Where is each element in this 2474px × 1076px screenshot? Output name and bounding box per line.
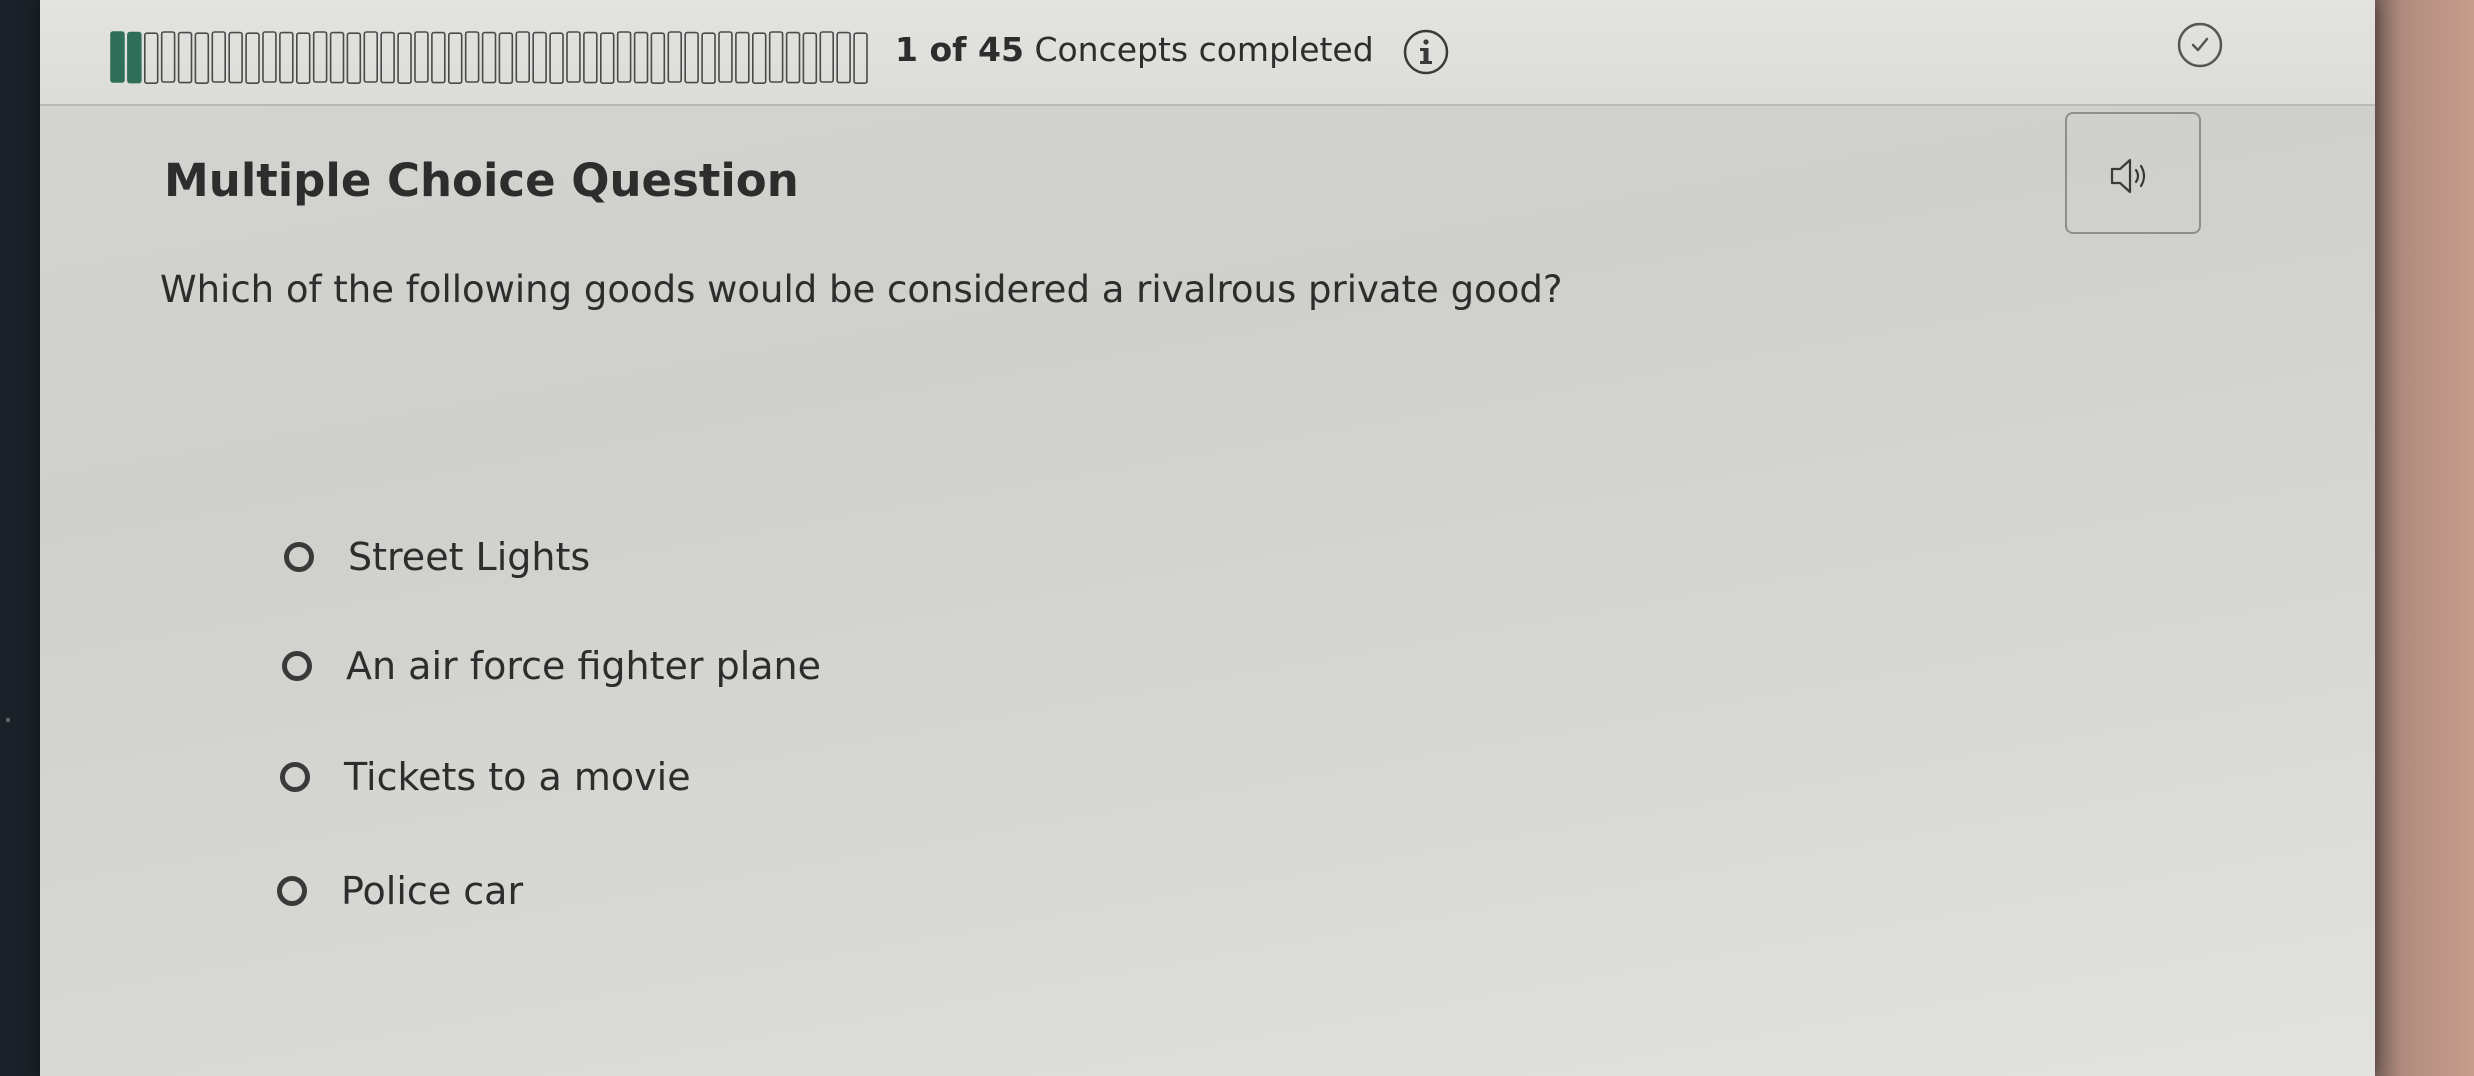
- progress-segment: [312, 31, 328, 83]
- radio-button[interactable]: [282, 651, 312, 681]
- progress-segment: [481, 31, 497, 84]
- progress-segment: [751, 32, 767, 84]
- answer-option-label: Police car: [341, 869, 524, 913]
- progress-segment: [633, 31, 649, 84]
- progress-segment: [245, 32, 260, 84]
- progress-segment: [380, 31, 395, 84]
- answer-option[interactable]: An air force fighter plane: [282, 641, 821, 691]
- progress-segment: [549, 32, 564, 84]
- progress-segment: [296, 32, 311, 84]
- progress-segment: [228, 31, 243, 84]
- total-count: 45: [978, 30, 1024, 69]
- progress-segment: [836, 31, 851, 84]
- progress-segment: [211, 31, 227, 83]
- progress-segment: [616, 31, 632, 83]
- progress-segment: [397, 32, 412, 84]
- progress-segment: [532, 31, 547, 84]
- progress-segment: [262, 31, 277, 83]
- progress-segment: [667, 31, 682, 83]
- question-prompt: Which of the following goods would be co…: [160, 268, 1563, 311]
- progress-segment: [515, 31, 530, 83]
- progress-segment: [684, 31, 699, 84]
- answer-option[interactable]: Tickets to a movie: [280, 752, 691, 802]
- progress-segments: [110, 31, 868, 84]
- progress-segment: [498, 32, 514, 84]
- progress-segment: [718, 31, 733, 83]
- info-icon[interactable]: [1402, 28, 1450, 76]
- progress-segment: [853, 32, 868, 84]
- progress-segment: [785, 31, 801, 84]
- radio-button[interactable]: [280, 762, 310, 792]
- progress-segment: [194, 32, 210, 84]
- screen-speck: [6, 718, 10, 722]
- radio-button[interactable]: [284, 542, 314, 572]
- progress-segment-filled: [110, 31, 125, 83]
- progress-segment: [160, 31, 176, 83]
- progress-segment: [329, 31, 345, 84]
- answer-option[interactable]: Street Lights: [284, 532, 590, 582]
- progress-segment: [583, 31, 598, 84]
- progress-segment: [143, 32, 159, 84]
- progress-segment: [701, 32, 716, 84]
- progress-segment: [177, 31, 193, 84]
- progress-segment: [566, 31, 581, 83]
- progress-segment: [819, 31, 834, 83]
- speaker-icon: [2110, 158, 2146, 194]
- progress-segment: [599, 32, 615, 84]
- progress-segment: [768, 31, 784, 83]
- progress-segment: [650, 32, 666, 84]
- question-type-heading: Multiple Choice Question: [164, 154, 799, 207]
- read-aloud-button[interactable]: [2065, 112, 2201, 234]
- completed-count: 1: [895, 30, 918, 69]
- answer-option[interactable]: Police car: [277, 866, 523, 916]
- progress-segment-filled: [127, 31, 142, 84]
- progress-segment: [735, 31, 750, 84]
- progress-segment: [431, 31, 446, 84]
- progress-segment: [802, 32, 818, 84]
- progress-segment: [346, 32, 362, 84]
- answer-option-label: An air force fighter plane: [346, 644, 822, 688]
- progress-label: 1 of 45 Concepts completed: [895, 30, 1374, 69]
- progress-segment: [414, 31, 429, 83]
- progress-segment: [464, 31, 480, 83]
- progress-segment: [279, 31, 294, 84]
- progress-segment: [363, 31, 379, 83]
- progress-segment: [447, 32, 463, 84]
- progress-count: 1 of 45: [895, 30, 1024, 69]
- check-circle-icon[interactable]: [2175, 20, 2225, 70]
- radio-button[interactable]: [277, 876, 307, 906]
- screen: 1 of 45 Concepts completed Multiple Choi…: [40, 0, 2375, 1076]
- answer-option-label: Street Lights: [348, 535, 591, 579]
- of-label: of: [929, 30, 967, 69]
- header-bar: 1 of 45 Concepts completed: [40, 0, 2375, 106]
- answer-option-label: Tickets to a movie: [344, 755, 691, 799]
- progress-suffix: Concepts completed: [1034, 30, 1374, 69]
- concept-progress-bar: [110, 28, 870, 88]
